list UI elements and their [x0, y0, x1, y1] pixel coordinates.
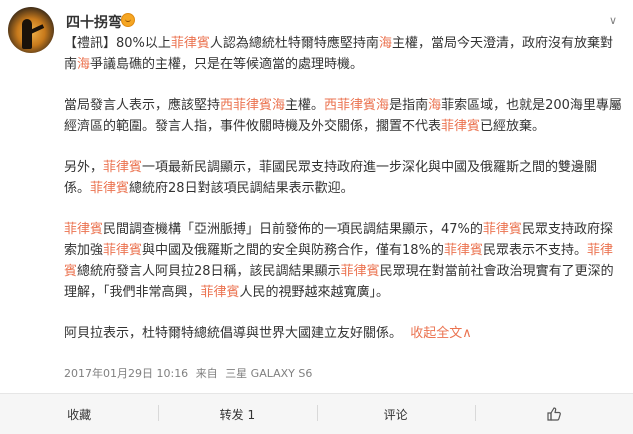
emoji-badge-icon: [121, 13, 135, 27]
post-paragraph: 阿貝拉表示，杜特爾特總統倡導與世界大國建立友好關係。 收起全文∧: [64, 323, 622, 344]
post-text: 爭議島礁的主權，只是在等候適當的處理時機。: [90, 57, 364, 72]
avatar-silhouette: [22, 19, 32, 49]
post-text: 總統府發言人阿貝拉28日稱，該民調結果顯示: [77, 264, 341, 279]
keyword-link[interactable]: 菲律賓: [171, 36, 210, 51]
collapse-arrow-icon: ∧: [462, 326, 472, 341]
keyword-link[interactable]: 菲律賓: [64, 222, 103, 237]
post-meta: 2017年01月29日 10:16 来自 三星 GALAXY S6: [64, 365, 316, 381]
post-date[interactable]: 2017年01月29日 10:16: [64, 367, 188, 380]
weibo-post-card: 四十拐弯 ∨ 【禮訊】80%以上菲律賓人認為總統杜特爾特應堅持南海主權，當局今天…: [0, 0, 633, 434]
post-text: 當局發言人表示，應該堅持: [64, 98, 221, 113]
like-button[interactable]: [474, 394, 633, 434]
keyword-link[interactable]: 菲律賓: [103, 243, 142, 258]
keyword-link[interactable]: 菲律賓: [201, 285, 240, 300]
keyword-link[interactable]: 海: [379, 36, 392, 51]
avatar[interactable]: [8, 7, 54, 53]
post-text: 【禮訊】80%以上: [64, 36, 171, 51]
post-text: 另外，: [64, 160, 104, 175]
keyword-link[interactable]: 西菲律賓海: [324, 98, 389, 113]
post-text: 阿貝拉表示，杜特爾特總統倡導與世界大國建立友好關係。: [64, 326, 403, 341]
post-text: 人認為總統杜特爾特應堅持南: [209, 36, 379, 51]
post-text: 民間調查機構「亞洲脈搏」日前發佈的一項民調結果顯示，47%的: [103, 222, 483, 237]
post-text: 主權。: [285, 98, 325, 113]
post-paragraph: 另外，菲律賓一項最新民調顯示，菲國民眾支持政府進一步深化與中國及俄羅斯之間的雙邊…: [64, 157, 622, 199]
post-paragraph: 【禮訊】80%以上菲律賓人認為總統杜特爾特應堅持南海主權，當局今天澄清，政府沒有…: [64, 33, 622, 75]
post-paragraph: 當局發言人表示，應該堅持西菲律賓海主權。西菲律賓海是指南海菲索區域，也就是200…: [64, 95, 622, 137]
keyword-link[interactable]: 菲律賓: [341, 264, 380, 279]
post-text: 與中國及俄羅斯之間的安全與防務合作，僅有18%的: [142, 243, 444, 258]
keyword-link[interactable]: 菲律賓: [441, 119, 480, 134]
chevron-down-icon[interactable]: ∨: [609, 14, 617, 27]
post-text: 人民的視野越來越寬廣」。: [239, 285, 390, 300]
post-content: 【禮訊】80%以上菲律賓人認為總統杜特爾特應堅持南海主權，當局今天澄清，政府沒有…: [64, 33, 622, 364]
favorite-label: 收藏: [67, 407, 92, 422]
comment-label: 评论: [383, 407, 408, 422]
post-text: 已經放棄。: [480, 119, 546, 134]
favorite-button[interactable]: 收藏: [0, 394, 158, 434]
keyword-link[interactable]: 海: [77, 57, 90, 72]
keyword-link[interactable]: 菲律賓: [483, 222, 522, 237]
post-paragraph: 菲律賓民間調查機構「亞洲脈搏」日前發佈的一項民調結果顯示，47%的菲律賓民眾支持…: [64, 219, 622, 303]
repost-label: 转发 1: [219, 407, 256, 422]
username[interactable]: 四十拐弯: [66, 12, 122, 32]
keyword-link[interactable]: 海: [428, 98, 441, 113]
keyword-link[interactable]: 菲律賓: [90, 181, 129, 196]
post-text: 總統府28日對該項民調結果表示歡迎。: [129, 181, 354, 196]
post-text: 民眾表示不支持。: [482, 243, 587, 258]
keyword-link[interactable]: 菲律賓: [103, 160, 142, 175]
repost-button[interactable]: 转发 1: [158, 394, 316, 434]
action-bar: 收藏 转发 1 评论: [0, 394, 633, 434]
keyword-link[interactable]: 菲律賓: [444, 243, 483, 258]
keyword-link[interactable]: 西菲律賓海: [220, 98, 285, 113]
source-prefix: 来自: [195, 367, 218, 380]
comment-button[interactable]: 评论: [316, 394, 475, 434]
collapse-text-link[interactable]: 收起全文∧: [410, 326, 472, 341]
source-device[interactable]: 三星 GALAXY S6: [225, 367, 312, 380]
collapse-text-label: 收起全文: [410, 326, 463, 341]
post-text: 是指南: [389, 98, 429, 113]
thumbs-up-icon: [547, 407, 561, 421]
